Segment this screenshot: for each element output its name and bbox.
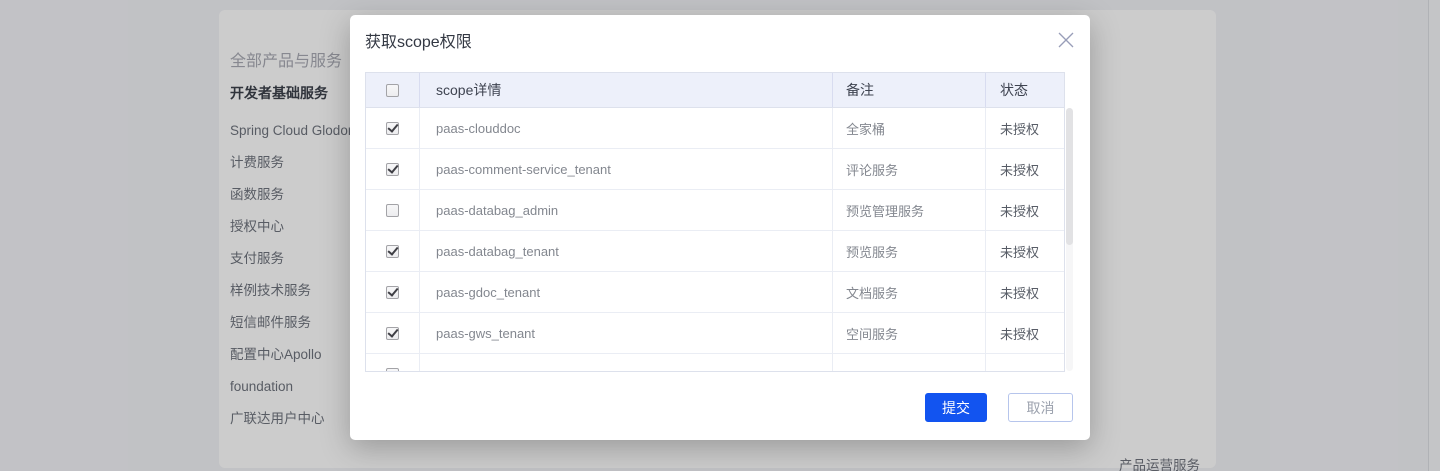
- scope-permission-dialog: 获取scope权限 scope详情 备注 状态 paas-clouddoc 全家…: [350, 15, 1090, 440]
- table-row-2: paas-databag_admin 预览管理服务 未授权: [366, 190, 1064, 231]
- close-x-glyph: [1055, 29, 1077, 51]
- table-body: paas-clouddoc 全家桶 未授权 paas-comment-servi…: [366, 108, 1064, 372]
- remark-cell: 空间服务: [833, 313, 986, 353]
- close-icon[interactable]: [1054, 28, 1078, 52]
- row-checkbox-cell: [366, 272, 420, 312]
- row-checkbox[interactable]: [386, 327, 399, 340]
- dialog-title: 获取scope权限: [365, 32, 472, 54]
- scope-table: scope详情 备注 状态 paas-clouddoc 全家桶 未授权 paas…: [365, 72, 1065, 372]
- column-header-scope: scope详情: [420, 73, 833, 107]
- remark-cell: 评论服务: [833, 149, 986, 189]
- table-row-1: paas-comment-service_tenant 评论服务 未授权: [366, 149, 1064, 190]
- row-checkbox-cell: [366, 313, 420, 353]
- table-row-6: [366, 354, 1064, 372]
- scope-cell: paas-clouddoc: [420, 108, 833, 148]
- remark-cell: 全家桶: [833, 108, 986, 148]
- screen: 全部产品与服务 开发者基础服务 Spring Cloud Glodon计费服务函…: [0, 0, 1440, 471]
- table-scrollbar-thumb[interactable]: [1066, 108, 1073, 245]
- row-checkbox[interactable]: [386, 122, 399, 135]
- table-row-5: paas-gws_tenant 空间服务 未授权: [366, 313, 1064, 354]
- table-row-3: paas-databag_tenant 预览服务 未授权: [366, 231, 1064, 272]
- row-checkbox-cell: [366, 108, 420, 148]
- row-checkbox-cell: [366, 231, 420, 271]
- cancel-button[interactable]: 取消: [1008, 393, 1073, 422]
- row-checkbox-cell: [366, 354, 420, 372]
- table-header-row: scope详情 备注 状态: [366, 73, 1064, 108]
- row-checkbox[interactable]: [386, 368, 399, 373]
- row-checkbox[interactable]: [386, 204, 399, 217]
- remark-cell: 预览服务: [833, 231, 986, 271]
- table-row-4: paas-gdoc_tenant 文档服务 未授权: [366, 272, 1064, 313]
- row-checkbox[interactable]: [386, 286, 399, 299]
- column-header-remark: 备注: [833, 73, 986, 107]
- scope-cell: [420, 354, 833, 372]
- status-cell: 未授权: [986, 313, 1064, 353]
- status-cell: 未授权: [986, 149, 1064, 189]
- row-checkbox-cell: [366, 190, 420, 230]
- scope-cell: paas-databag_tenant: [420, 231, 833, 271]
- column-header-status: 状态: [986, 73, 1064, 107]
- remark-cell: [833, 354, 986, 372]
- table-row-0: paas-clouddoc 全家桶 未授权: [366, 108, 1064, 149]
- row-checkbox[interactable]: [386, 163, 399, 176]
- status-cell: 未授权: [986, 190, 1064, 230]
- status-cell: 未授权: [986, 108, 1064, 148]
- scope-cell: paas-gdoc_tenant: [420, 272, 833, 312]
- submit-button[interactable]: 提交: [925, 393, 987, 422]
- scope-cell: paas-comment-service_tenant: [420, 149, 833, 189]
- scope-cell: paas-databag_admin: [420, 190, 833, 230]
- remark-cell: 文档服务: [833, 272, 986, 312]
- select-all-cell: [366, 73, 420, 107]
- table-scrollbar-track[interactable]: [1066, 108, 1073, 371]
- remark-cell: 预览管理服务: [833, 190, 986, 230]
- scope-cell: paas-gws_tenant: [420, 313, 833, 353]
- status-cell: [986, 354, 1064, 372]
- status-cell: 未授权: [986, 231, 1064, 271]
- select-all-checkbox[interactable]: [386, 84, 399, 97]
- status-cell: 未授权: [986, 272, 1064, 312]
- row-checkbox-cell: [366, 149, 420, 189]
- row-checkbox[interactable]: [386, 245, 399, 258]
